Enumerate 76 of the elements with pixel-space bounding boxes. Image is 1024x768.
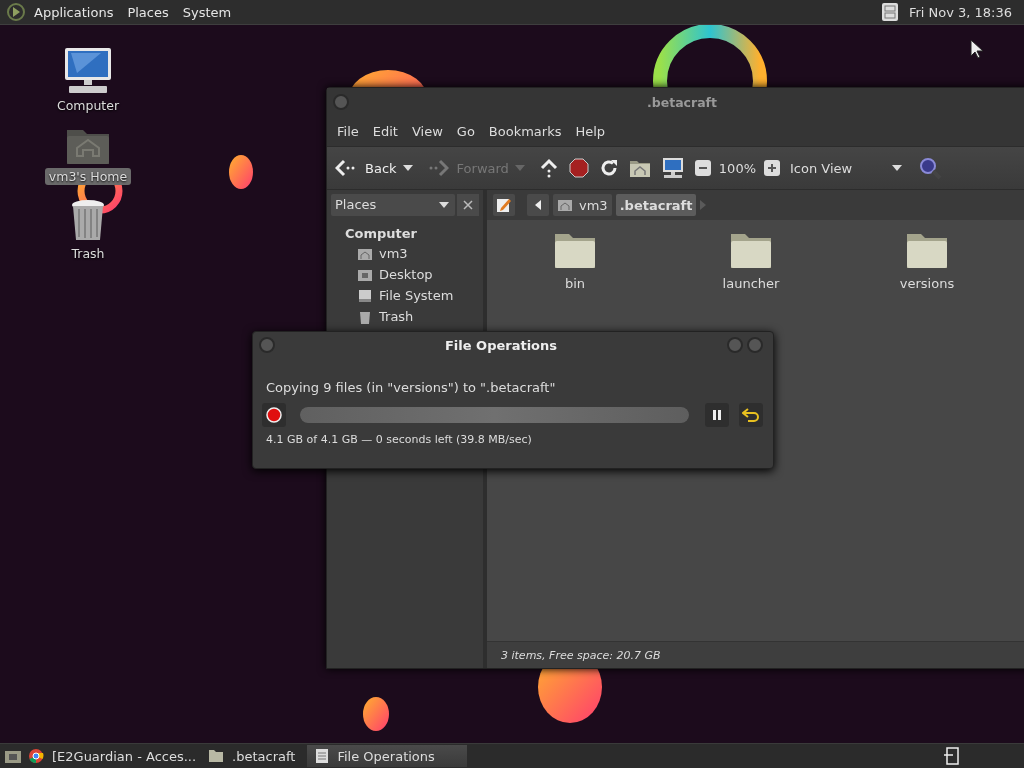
taskbar-item[interactable]: [E2Guardian - Acces... [28, 745, 203, 767]
home-folder-icon[interactable] [628, 158, 651, 178]
panel-menu[interactable]: Applications [28, 2, 120, 22]
panel-menu[interactable]: System [176, 2, 238, 22]
folder-icon[interactable] [729, 232, 773, 270]
menu-item[interactable]: Go [450, 121, 481, 141]
undo-button[interactable] [739, 403, 763, 427]
desktop-folder-icon [357, 267, 373, 282]
edit-path-button[interactable] [493, 194, 515, 216]
file-name[interactable]: bin [564, 276, 586, 291]
trash-icon [357, 309, 373, 324]
view-dropdown[interactable]: Icon View [790, 160, 909, 176]
sidebar-item[interactable]: vm3 [331, 243, 479, 264]
caret-icon [892, 165, 903, 171]
cancel-button[interactable] [262, 403, 286, 427]
sidebar-item[interactable]: Trash [331, 306, 479, 327]
menu-logo-icon[interactable] [6, 2, 26, 22]
file-name[interactable]: launcher [722, 276, 780, 291]
file-name[interactable]: versions [899, 276, 955, 291]
search-icon[interactable] [918, 156, 943, 180]
zoom-in-button[interactable] [764, 160, 780, 176]
window-title: File Operations [443, 337, 559, 353]
stop-icon [266, 407, 282, 423]
path-back-button[interactable] [527, 194, 549, 216]
desktop-icon-label[interactable]: Trash [67, 245, 109, 262]
desktop-icon-label[interactable]: vm3's Home [44, 168, 132, 185]
path-button[interactable]: .betacraft [615, 194, 697, 216]
file-cabinet-icon[interactable] [880, 2, 899, 22]
menu-item[interactable]: Edit [366, 121, 404, 141]
zoom-level: 100% [718, 160, 756, 176]
menu-item[interactable]: View [405, 121, 449, 141]
mouse-cursor-icon [970, 39, 984, 59]
left-arrow-icon [535, 200, 541, 210]
computer-icon[interactable] [660, 157, 685, 179]
browser-icon [28, 748, 44, 764]
taskbar-item[interactable]: .betacraft [208, 745, 302, 767]
home-folder-icon [557, 198, 573, 212]
progress-detail: 4.1 GB of 4.1 GB — 0 seconds left (39.8 MB/sec) [266, 433, 533, 446]
path-button[interactable]: vm3 [553, 194, 612, 216]
home-folder-icon [357, 246, 373, 261]
folder-icon[interactable] [553, 232, 597, 270]
workspace-switcher-icon[interactable] [944, 747, 960, 765]
back-button[interactable]: Back [335, 159, 397, 177]
sidebar-item[interactable]: File System [331, 285, 479, 306]
close-sidebar-button[interactable] [457, 194, 479, 216]
taskbar-item[interactable]: File Operations [307, 745, 468, 767]
desktop-icon-label[interactable]: Computer [52, 97, 124, 114]
window-title: .betacraft [647, 94, 717, 110]
sidebar-item[interactable]: Desktop [331, 264, 479, 285]
close-icon [463, 200, 473, 210]
up-arrow-icon[interactable] [538, 158, 559, 178]
folder-icon[interactable] [905, 232, 949, 270]
undo-arrow-icon [742, 408, 760, 422]
status-text: 3 items, Free space: 20.7 GB [501, 648, 661, 662]
pause-button[interactable] [705, 403, 729, 427]
stop-icon[interactable] [568, 158, 589, 178]
panel-menu[interactable]: Places [121, 2, 175, 22]
folder-icon [208, 749, 225, 763]
zoom-out-button[interactable] [694, 160, 711, 176]
computer-icon[interactable] [63, 47, 113, 95]
drive-icon [357, 288, 373, 303]
plus-icon [767, 163, 777, 173]
document-icon [315, 748, 330, 764]
operation-message: Copying 9 files (in "versions") to ".betacraft" [266, 380, 557, 395]
menu-item[interactable]: Help [569, 121, 612, 141]
show-desktop-icon[interactable] [4, 748, 22, 764]
caret-icon [439, 201, 449, 208]
pause-icon [712, 409, 722, 421]
sidebar-heading: Computer [344, 225, 419, 243]
pencil-icon [496, 197, 512, 213]
back-arrow-icon [335, 159, 357, 177]
menu-item[interactable]: File [331, 121, 365, 141]
menu-item[interactable]: Bookmarks [482, 121, 568, 141]
clock[interactable]: Fri Nov 3, 18:36 [908, 4, 1012, 20]
places-dropdown[interactable]: Places [331, 194, 455, 216]
caret-icon[interactable] [402, 165, 413, 171]
